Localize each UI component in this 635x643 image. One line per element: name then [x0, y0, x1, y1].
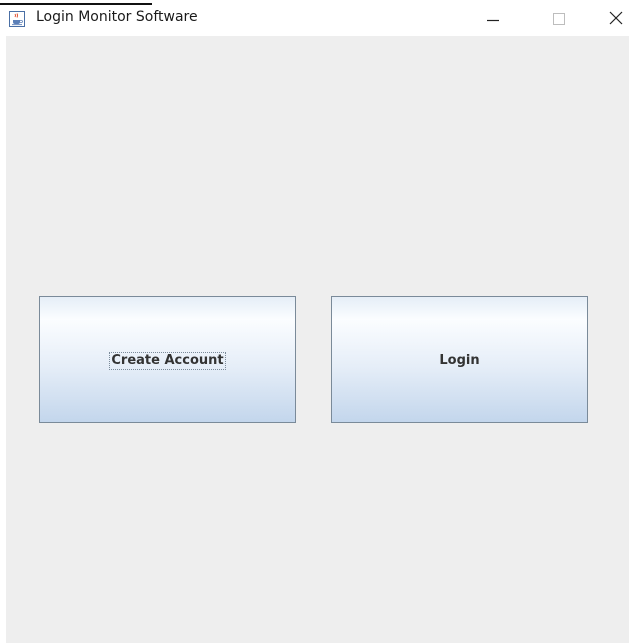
content-panel: Create Account Login: [6, 36, 629, 643]
java-cup-icon[interactable]: [9, 11, 25, 27]
login-label-wrap: Login: [332, 352, 587, 370]
create-account-label: Create Account: [109, 352, 226, 370]
maximize-button[interactable]: [540, 0, 586, 36]
close-icon: [609, 11, 623, 25]
create-account-label-wrap: Create Account: [40, 352, 295, 370]
minimize-icon: [487, 19, 499, 22]
maximize-icon: [553, 13, 565, 25]
login-button[interactable]: Login: [331, 296, 588, 423]
window-title: Login Monitor Software: [36, 9, 198, 25]
minimize-button[interactable]: [475, 0, 521, 36]
login-label: Login: [439, 353, 480, 368]
title-bar[interactable]: Login Monitor Software: [0, 0, 635, 36]
close-button[interactable]: [595, 0, 635, 36]
create-account-button[interactable]: Create Account: [39, 296, 296, 423]
title-accent-line: [0, 3, 152, 5]
app-window: Login Monitor Software Create Account Lo…: [0, 0, 635, 643]
